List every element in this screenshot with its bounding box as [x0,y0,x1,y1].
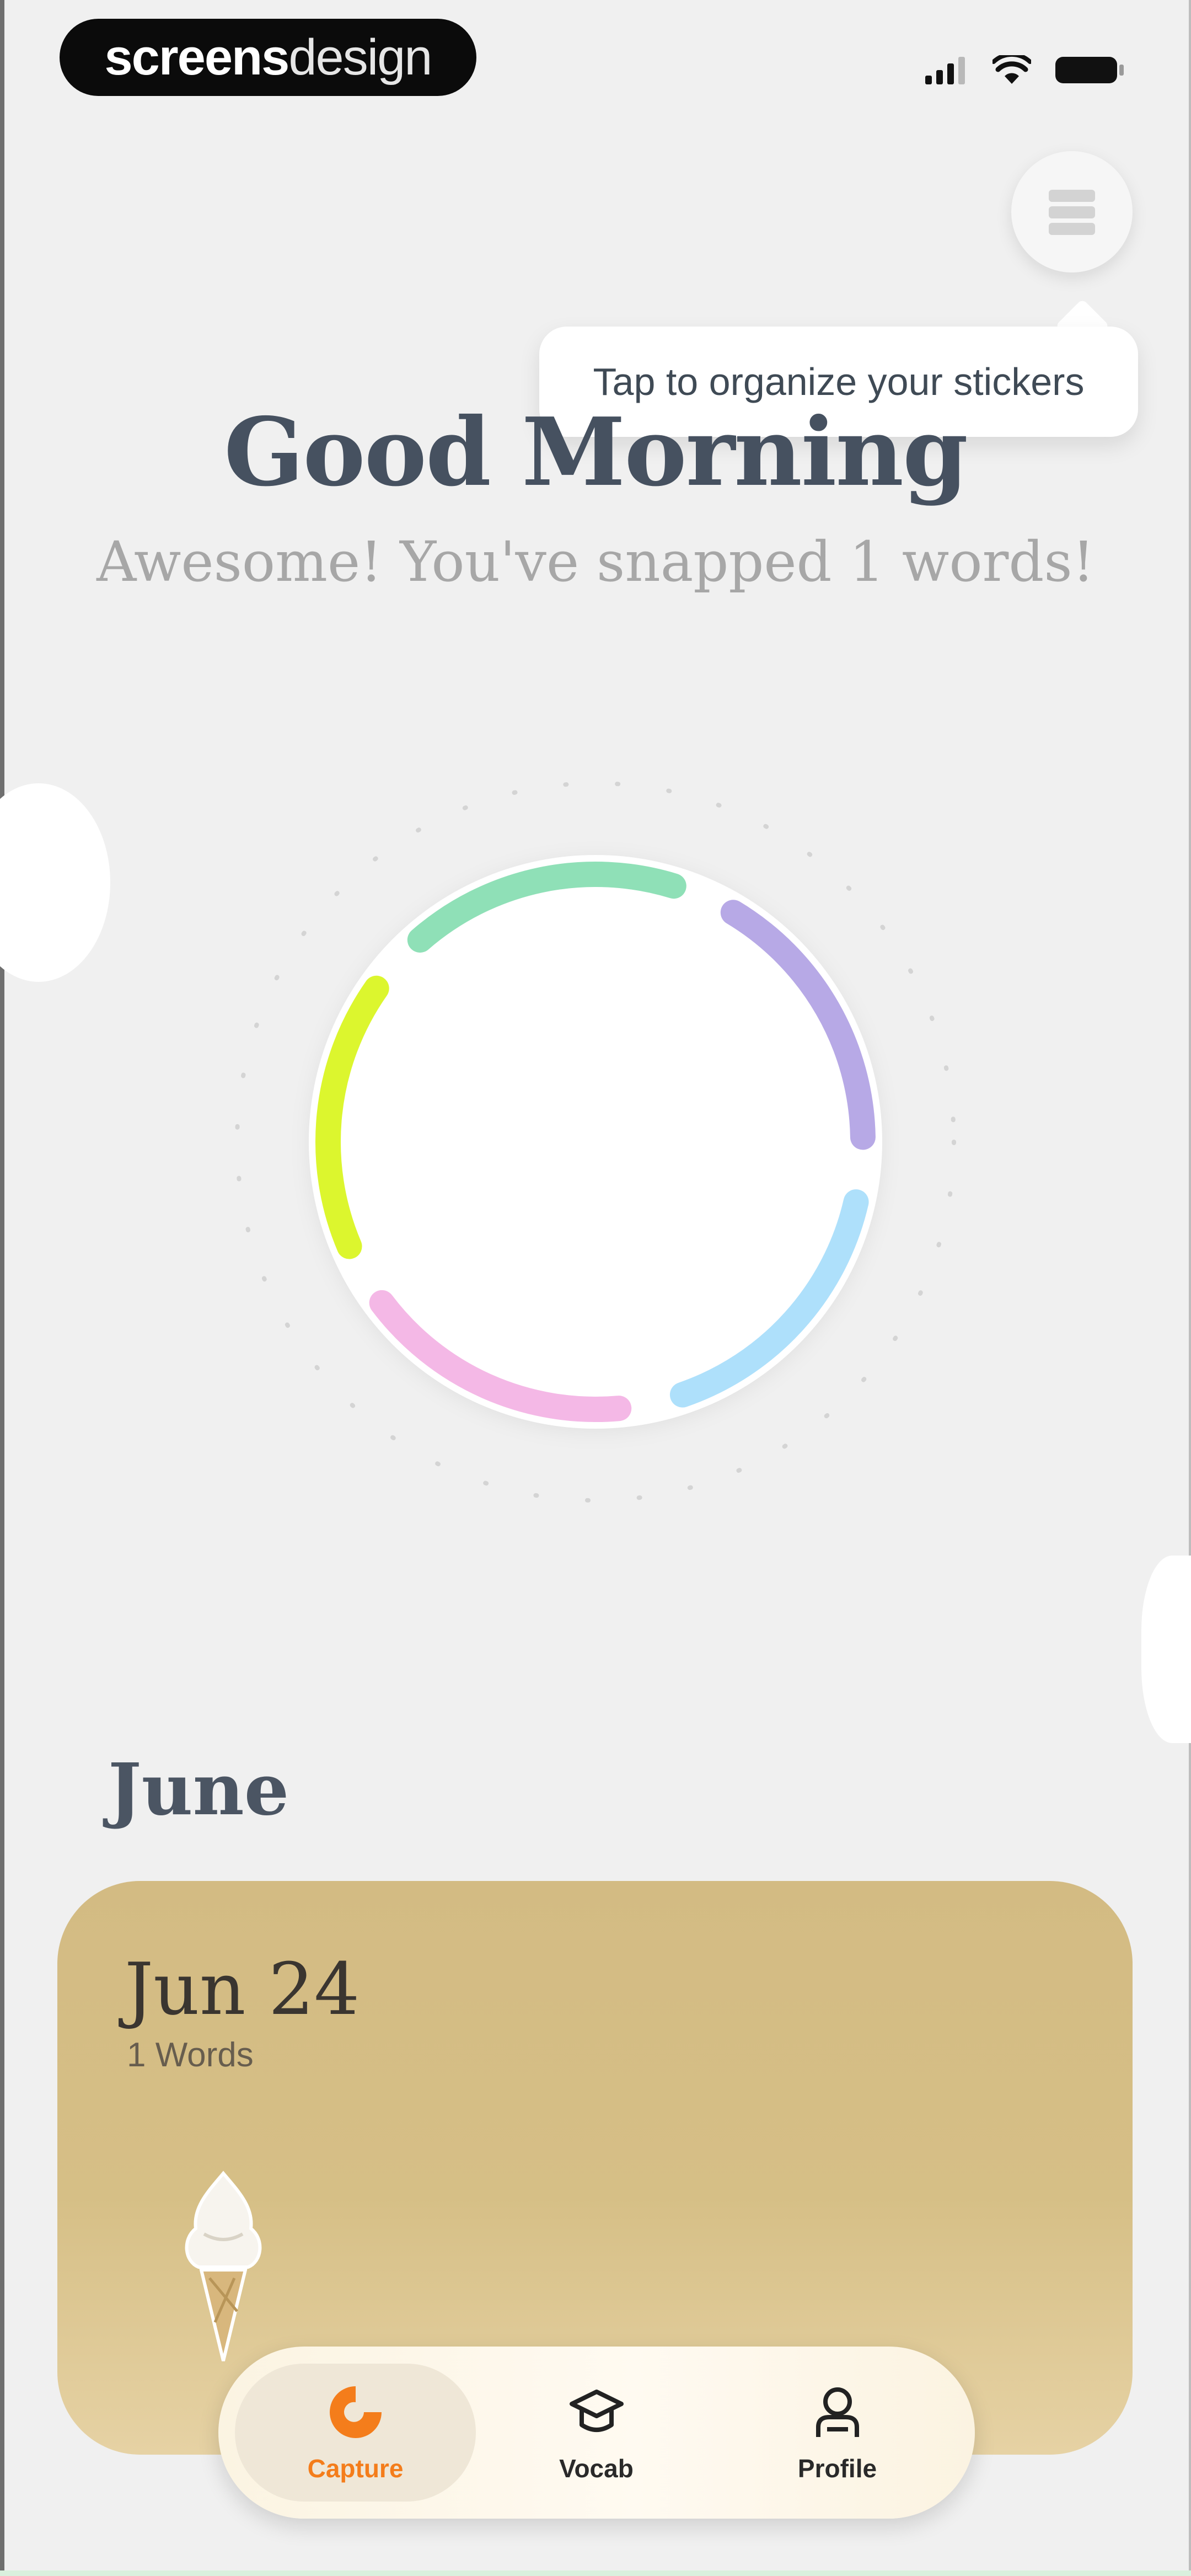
person-icon [816,2387,859,2437]
capture-ring[interactable] [221,767,970,1517]
status-bar [925,51,1126,89]
frame-edge [0,2570,1191,2576]
ice-cream-sticker[interactable] [171,2168,276,2366]
graduation-cap-icon [569,2390,624,2432]
capture-icon [329,2386,382,2438]
wifi-icon [993,55,1031,84]
frame-edge [0,0,4,2576]
tab-vocab[interactable]: Vocab [476,2364,717,2502]
decorative-blob [1141,1556,1191,1743]
month-heading: June [108,1749,289,1831]
day-date: Jun 24 [125,1947,360,2031]
watermark-badge: screens design [60,19,476,96]
battery-icon [1055,57,1124,83]
tab-label: Vocab [559,2454,634,2483]
tab-profile[interactable]: Profile [717,2364,958,2502]
ring-center [309,855,882,1429]
tab-capture[interactable]: Capture [235,2364,476,2502]
greeting-subtitle: Awesome! You've snapped 1 words! [96,530,1095,594]
signal-icon [925,57,965,84]
watermark-text: screens [104,29,290,85]
tab-label: Capture [307,2454,404,2483]
tab-label: Profile [797,2454,877,2483]
day-word-count: 1 Words [127,2036,254,2074]
decorative-blob [0,783,110,982]
organize-stickers-button[interactable] [1011,151,1133,272]
watermark-text: design [288,29,432,85]
frame-edge [1189,0,1191,2576]
app-screen: screens design Tap to organize your stick… [0,0,1191,2576]
bottom-tab-bar: Capture Vocab Profile [218,2347,975,2519]
greeting-title: Good Morning [224,397,968,507]
stack-icon [1049,190,1095,235]
